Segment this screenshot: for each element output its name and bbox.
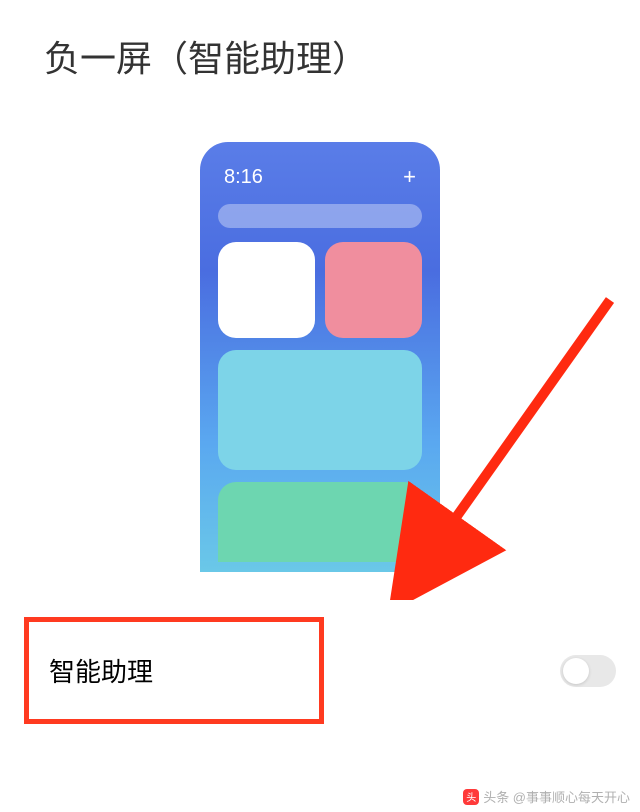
phone-preview: 8:16 + [200,142,440,572]
watermark-text: 头条 @事事顺心每天开心 [483,787,630,806]
watermark-icon: 头 [463,789,479,805]
phone-topbar: 8:16 + [218,160,422,204]
plus-icon: + [403,164,416,190]
preview-tile-white [218,242,315,338]
watermark: 头 头条 @事事顺心每天开心 [463,787,630,806]
preview-tile-cyan [218,350,422,470]
preview-time: 8:16 [224,166,263,189]
page-title: 负一屏（智能助理） [0,0,640,82]
preview-search-bar [218,204,422,228]
setting-label-highlight: 智能助理 [24,617,324,724]
preview-tile-pink [325,242,422,338]
preview-tiles-row [218,242,422,338]
setting-row: 智能助理 [24,617,616,724]
preview-tile-green [218,482,422,562]
toggle-knob [563,658,589,684]
setting-label: 智能助理 [49,657,153,687]
smart-assistant-toggle[interactable] [560,655,616,687]
preview-container: 8:16 + [0,142,640,572]
